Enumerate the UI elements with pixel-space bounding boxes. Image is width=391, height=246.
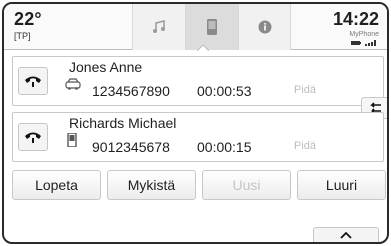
mute-button[interactable]: Mykistä [107, 170, 196, 200]
phone-icon [207, 19, 217, 35]
caller-number: 1234567890 [92, 83, 170, 99]
call-duration: 00:00:15 [197, 139, 252, 155]
phone-screen: 22° [TP] 14:22 MyPhone Jones Anne 123456… [2, 2, 389, 244]
active-tab-indicator [197, 44, 209, 51]
status-bar: 22° [TP] 14:22 MyPhone [4, 4, 387, 51]
mobile-phone-icon [67, 133, 77, 147]
signal-battery-icon [351, 40, 376, 46]
tab-audio[interactable] [132, 4, 185, 50]
call-item: Jones Anne 1234567890 00:00:53 Pidä [12, 56, 384, 106]
new-call-button[interactable]: Uusi [202, 170, 291, 200]
handset-mode-button[interactable]: Luuri [297, 170, 386, 200]
tab-phone[interactable] [185, 4, 238, 50]
car-phone-icon [65, 78, 81, 90]
call-item: Richards Michael 9012345678 00:00:15 Pid… [12, 112, 384, 162]
caller-number: 9012345678 [92, 139, 170, 155]
expand-button[interactable] [313, 227, 379, 242]
handset-icon [25, 132, 41, 143]
info-icon [258, 20, 271, 34]
hold-button[interactable]: Pidä [294, 140, 316, 152]
handset-icon [25, 76, 41, 87]
handset-button[interactable] [18, 67, 48, 95]
audio-icon [153, 20, 165, 33]
call-duration: 00:00:53 [197, 83, 252, 99]
call-actions: Lopeta Mykistä Uusi Luuri [12, 170, 386, 200]
tab-bar [132, 4, 292, 50]
temperature: 22° [14, 9, 42, 29]
chevron-up-icon [340, 231, 352, 239]
handset-button[interactable] [18, 123, 48, 151]
caller-name: Jones Anne [69, 59, 143, 75]
caller-name: Richards Michael [69, 115, 177, 131]
end-call-button[interactable]: Lopeta [12, 170, 101, 200]
hold-button[interactable]: Pidä [294, 84, 316, 96]
device-name: MyPhone [349, 31, 379, 38]
clock: 14:22 [332, 9, 379, 29]
tab-info[interactable] [238, 4, 291, 50]
tp-indicator: [TP] [14, 31, 31, 41]
